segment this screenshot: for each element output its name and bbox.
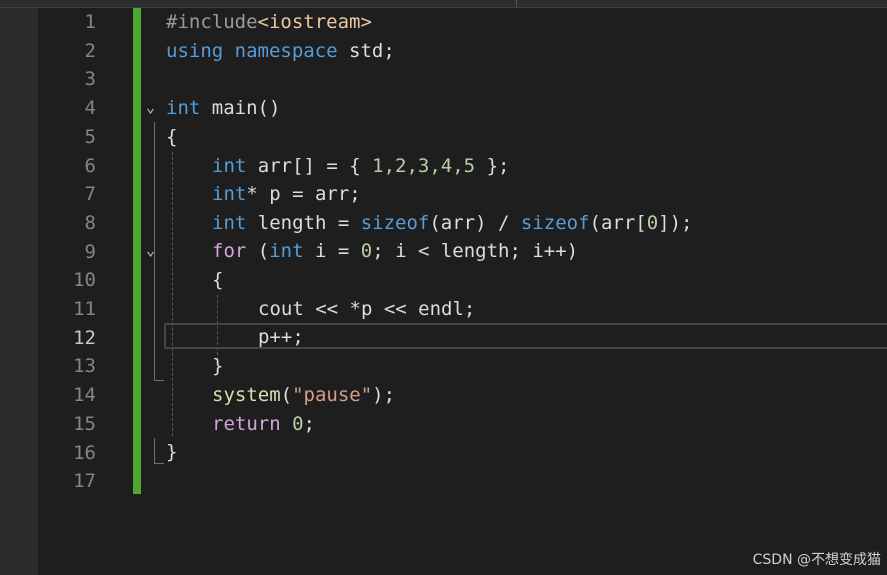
fold-region-end — [154, 380, 164, 381]
fold-region-guide — [154, 438, 155, 463]
tab-strip — [0, 0, 887, 8]
code-text: ; i < length; i++) — [372, 240, 579, 262]
line-number: 9 — [84, 240, 96, 263]
keyword: using — [166, 40, 224, 62]
line-number: 4 — [84, 97, 96, 120]
watermark: CSDN @不想变成猫 — [752, 552, 881, 568]
code-text: ; — [303, 413, 315, 435]
line-number: 15 — [73, 412, 96, 435]
keyword: int — [212, 212, 247, 234]
line-number: 11 — [73, 298, 96, 320]
line-number: 2 — [84, 39, 96, 62]
line-number: 3 — [84, 68, 96, 91]
line-number: 7 — [84, 183, 96, 206]
code-text: ( — [280, 384, 293, 406]
code-line-11[interactable]: cout << *p << endl; — [258, 295, 475, 324]
code-line-13[interactable]: } — [212, 352, 223, 381]
number-literal: 0 — [292, 413, 304, 435]
code-text: cout << *p << endl; — [258, 298, 476, 320]
code-line-8[interactable]: int length = sizeof(arr) / sizeof(arr[0]… — [212, 209, 693, 238]
change-tracking-bar — [133, 8, 141, 494]
indent-guide — [172, 152, 173, 436]
line-number: 1 — [84, 11, 96, 33]
line-number: 5 — [84, 125, 96, 148]
line-number: 8 — [84, 211, 96, 234]
code-text: p++; — [258, 326, 304, 348]
code-line-12[interactable]: p++; — [258, 323, 304, 352]
code-line-6[interactable]: int arr[] = { 1,2,3,4,5 }; — [212, 152, 509, 181]
code-text: arr[] = { — [246, 155, 373, 177]
line-number: 10 — [73, 269, 96, 292]
keyword: sizeof — [520, 212, 590, 234]
line-number: 12 — [73, 326, 96, 349]
code-line-2[interactable]: using namespace std; — [166, 37, 395, 66]
code-text: (arr) / — [429, 212, 521, 234]
brace: { — [166, 126, 178, 148]
code-line-14[interactable]: system("pause"); — [212, 381, 395, 410]
code-text: ); — [372, 384, 396, 406]
left-panel-strip — [0, 8, 38, 575]
fold-region-guide — [154, 266, 155, 380]
keyword: int — [166, 97, 201, 119]
code-line-15[interactable]: return 0; — [212, 410, 315, 439]
brace: { — [212, 269, 224, 291]
number-literal: 0 — [360, 240, 373, 262]
number-literal: 0 — [646, 212, 659, 234]
code-text: ]); — [658, 212, 693, 234]
code-text: }; — [475, 155, 510, 177]
keyword: namespace — [234, 40, 338, 62]
code-text: std; — [337, 40, 395, 62]
function-name: system — [212, 384, 281, 406]
keyword: int — [269, 240, 304, 262]
fold-chevron-down-icon[interactable]: ⌄ — [146, 99, 162, 115]
code-line-1[interactable]: #include<iostream> — [166, 8, 372, 37]
keyword: int — [212, 183, 247, 205]
string-literal: "pause" — [292, 384, 373, 406]
keyword: int — [212, 155, 247, 177]
code-line-16[interactable]: } — [166, 438, 177, 467]
keyword: sizeof — [360, 212, 430, 234]
control-keyword: return — [212, 413, 281, 435]
brace: } — [166, 441, 178, 463]
code-line-9[interactable]: for (int i = 0; i < length; i++) — [212, 237, 578, 266]
code-line-10[interactable]: { — [212, 266, 223, 295]
code-line-5[interactable]: { — [166, 123, 177, 152]
code-text: (arr[ — [589, 212, 647, 234]
include-header: <iostream> — [257, 11, 372, 33]
tab-separator — [516, 0, 517, 7]
code-line-4[interactable]: int main() — [166, 94, 280, 123]
code-text: i = — [303, 240, 361, 262]
line-number: 6 — [84, 154, 96, 177]
control-keyword: for — [212, 240, 247, 262]
brace: } — [212, 355, 224, 377]
line-number: 16 — [73, 441, 96, 464]
fold-region-end — [154, 463, 164, 464]
preprocessor-directive: #include — [166, 11, 258, 33]
code-text: * p = arr; — [246, 183, 361, 205]
line-number: 14 — [73, 384, 96, 407]
code-text: main() — [200, 97, 281, 119]
line-number: 17 — [73, 470, 96, 493]
code-text: length = — [246, 212, 361, 234]
code-text: ( — [246, 240, 270, 262]
line-number: 13 — [73, 355, 96, 378]
code-line-7[interactable]: int* p = arr; — [212, 180, 361, 209]
number-literal: 1,2,3,4,5 — [372, 155, 476, 177]
